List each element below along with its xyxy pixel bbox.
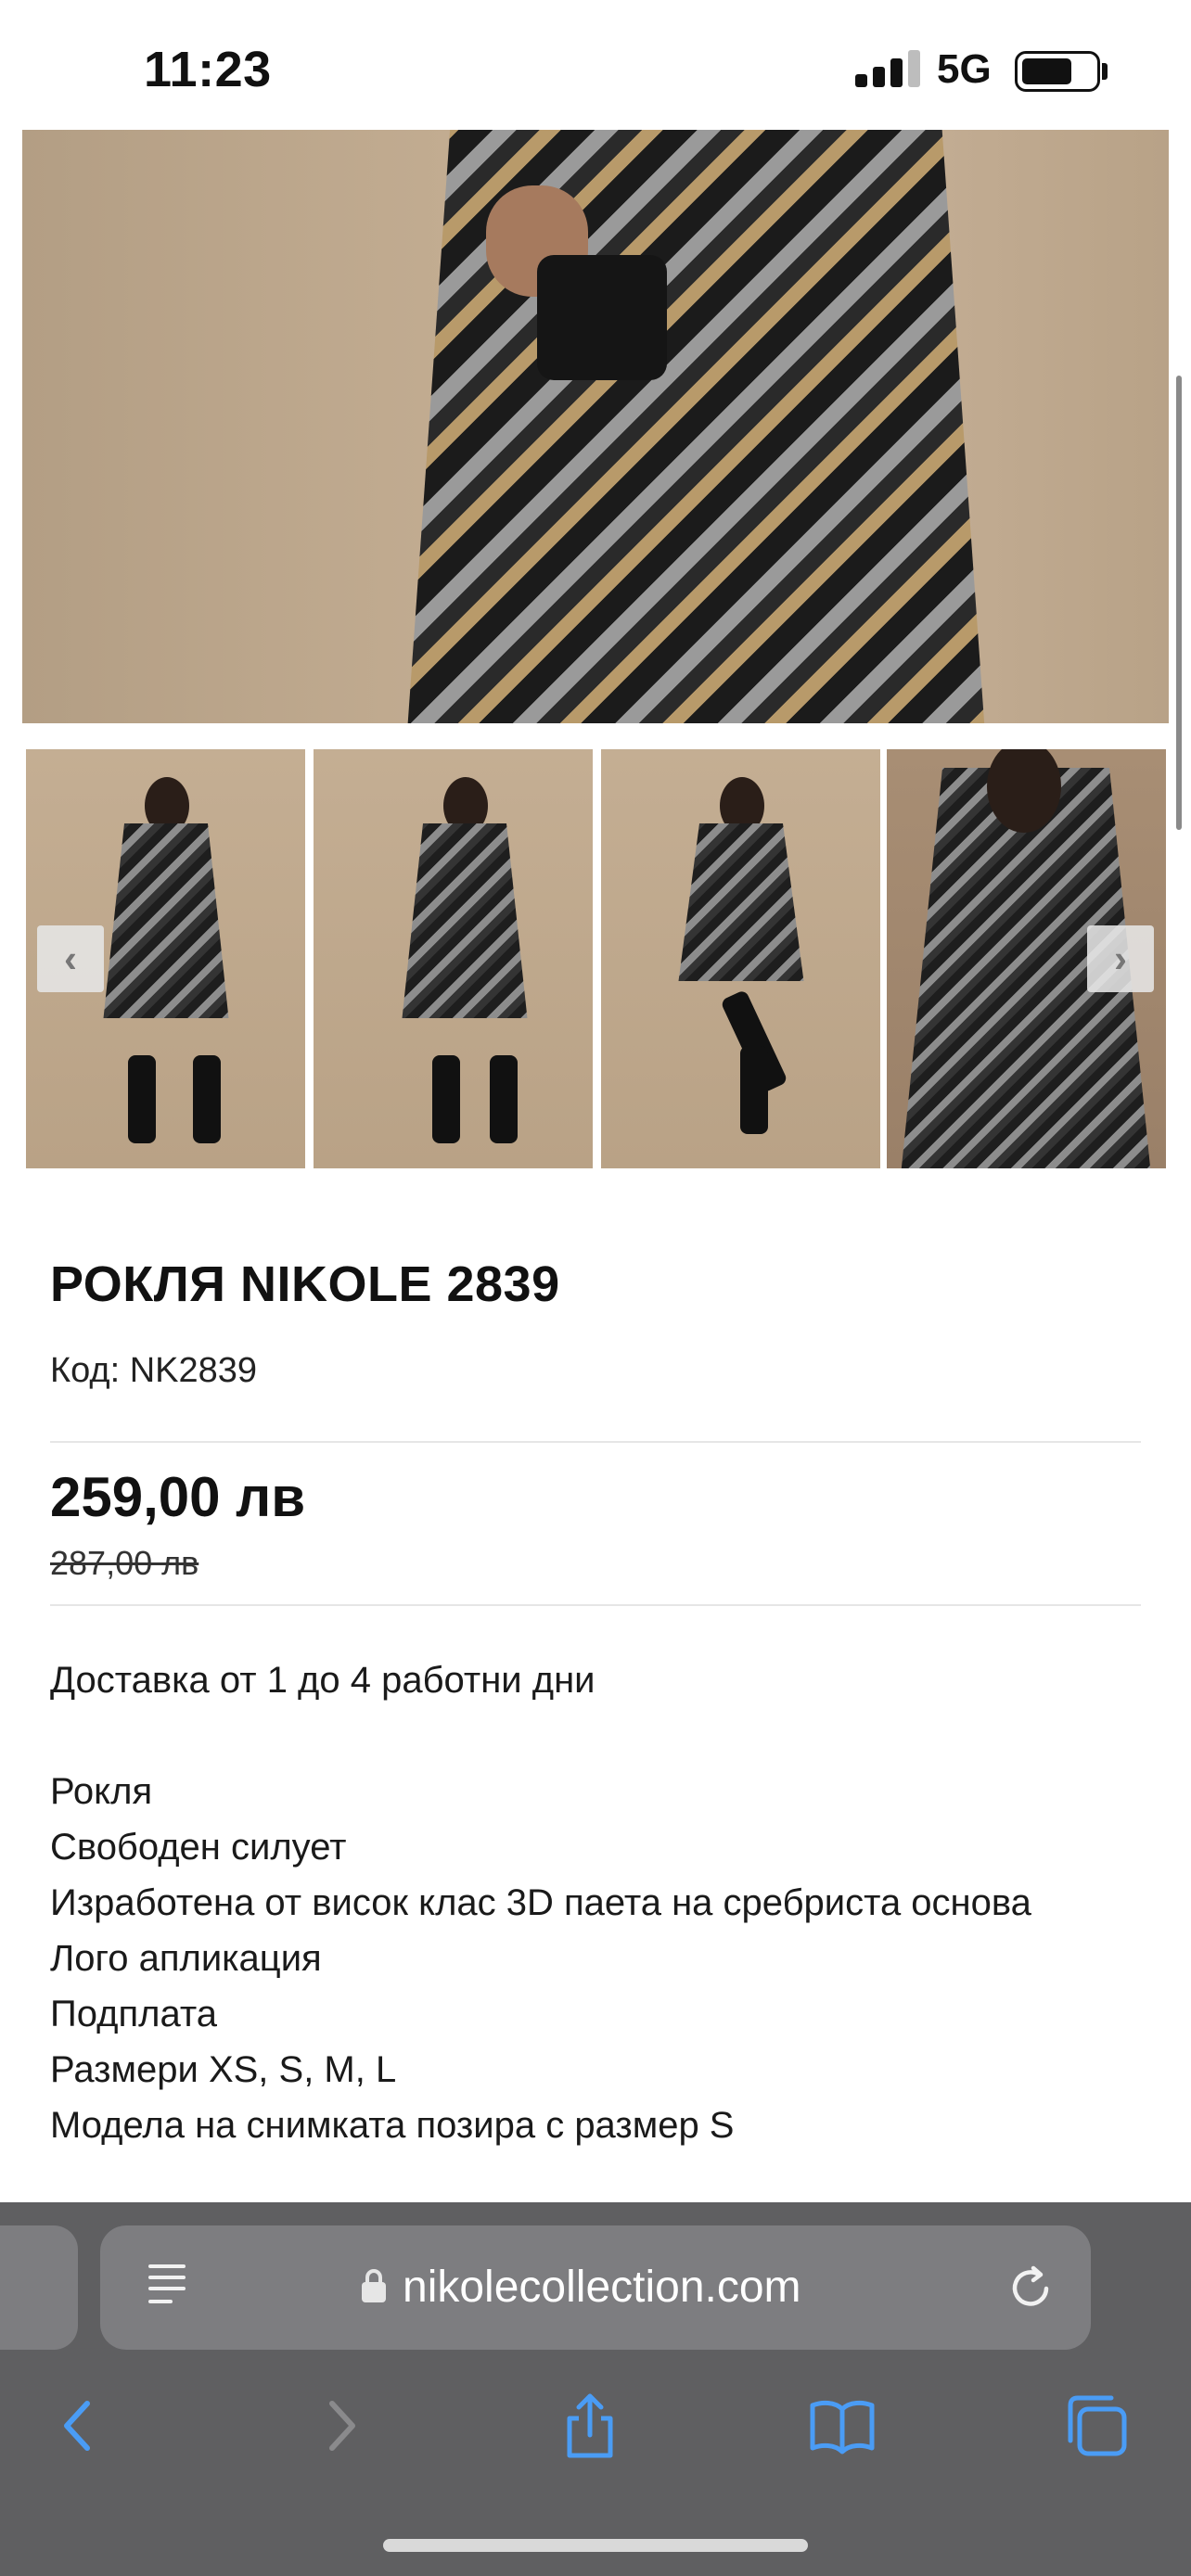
chevron-left-icon: ‹ bbox=[64, 937, 77, 980]
status-time: 11:23 bbox=[144, 42, 272, 97]
reload-icon[interactable] bbox=[1005, 2261, 1057, 2313]
share-icon[interactable] bbox=[555, 2391, 625, 2461]
description-line: Лого апликация bbox=[50, 1938, 322, 1979]
image-dress bbox=[404, 130, 987, 723]
product-code: Код: NK2839 bbox=[50, 1351, 258, 1390]
divider bbox=[50, 1604, 1141, 1606]
network-label: 5G bbox=[937, 46, 992, 92]
previous-tab-peek[interactable] bbox=[0, 2225, 78, 2350]
description-line: Подплата bbox=[50, 1994, 217, 2034]
back-icon[interactable] bbox=[45, 2391, 115, 2461]
description-line: Модела на снимката позира с размер S bbox=[50, 2105, 735, 2146]
thumb-figure-boot bbox=[128, 1055, 156, 1143]
product-info: РОКЛЯ NIKOLE 2839 Код: NK2839 259,00 лв … bbox=[50, 1252, 1141, 2153]
page-scrollbar[interactable] bbox=[1176, 376, 1182, 830]
cellular-signal-icon bbox=[855, 50, 920, 87]
address-bar[interactable]: nikolecollection.com bbox=[100, 2225, 1091, 2350]
main-product-image[interactable] bbox=[22, 130, 1169, 723]
image-bag bbox=[537, 255, 667, 380]
thumbnail-carousel bbox=[26, 749, 1166, 1168]
battery-cap bbox=[1102, 63, 1108, 80]
thumb-figure-boot bbox=[193, 1055, 221, 1143]
description-line: Рокля bbox=[50, 1771, 153, 1812]
status-bar: 11:23 5G bbox=[0, 0, 1191, 130]
tabs-icon[interactable] bbox=[1061, 2391, 1132, 2461]
description-line: Свободен силует bbox=[50, 1827, 347, 1868]
carousel-prev-button[interactable]: ‹ bbox=[37, 925, 104, 992]
product-price: 259,00 лв bbox=[50, 1466, 306, 1528]
reader-icon[interactable] bbox=[148, 2263, 191, 2311]
forward-icon[interactable] bbox=[304, 2391, 375, 2461]
divider bbox=[50, 1441, 1141, 1443]
product-old-price: 287,00 лв bbox=[50, 1544, 199, 1582]
home-indicator[interactable] bbox=[383, 2539, 808, 2552]
description-line: Размери XS, S, M, L bbox=[50, 2049, 397, 2090]
thumb-figure-boot bbox=[740, 1046, 768, 1134]
description-line: Изработена от висок клас 3D паета на сре… bbox=[50, 1882, 1031, 1923]
carousel-next-button[interactable]: › bbox=[1087, 925, 1154, 992]
delivery-info: Доставка от 1 до 4 работни дни bbox=[50, 1660, 596, 1701]
thumb-figure-dress bbox=[103, 823, 229, 1018]
thumb-figure-boot bbox=[432, 1055, 460, 1143]
chevron-right-icon: › bbox=[1114, 937, 1127, 980]
thumb-figure-dress bbox=[402, 823, 528, 1018]
thumbnail-3[interactable] bbox=[601, 749, 880, 1168]
bookmarks-icon[interactable] bbox=[807, 2391, 877, 2461]
product-title: РОКЛЯ NIKOLE 2839 bbox=[50, 1256, 560, 1312]
thumb-figure-dress bbox=[678, 823, 804, 981]
product-description: Рокля Свободен силует Изработена от висо… bbox=[50, 1764, 1141, 2153]
lock-icon bbox=[362, 2269, 386, 2302]
url-text[interactable]: nikolecollection.com bbox=[403, 2259, 801, 2316]
thumb-figure-boot bbox=[490, 1055, 518, 1143]
battery-icon bbox=[1015, 51, 1100, 92]
thumbnail-2[interactable] bbox=[314, 749, 593, 1168]
